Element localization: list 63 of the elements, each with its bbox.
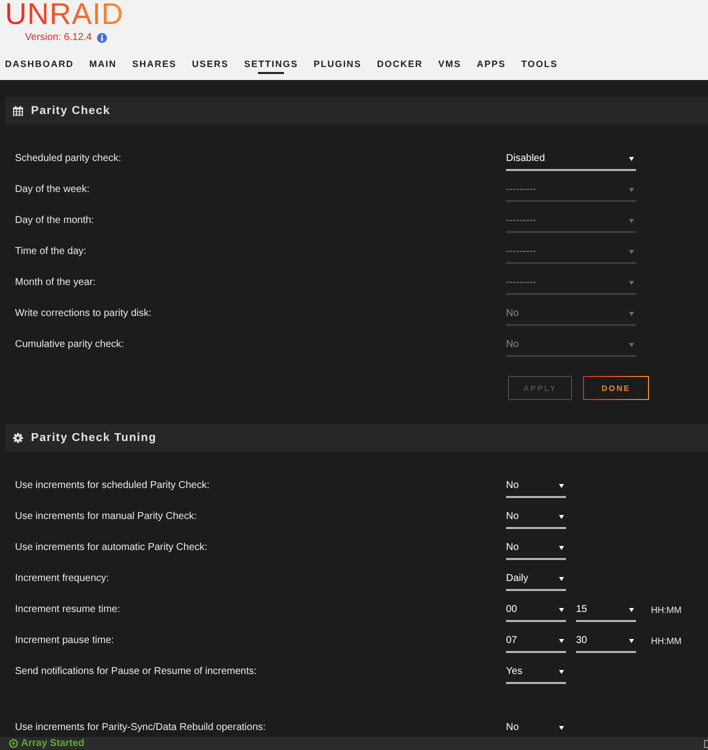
caret-icon xyxy=(559,546,564,550)
info-icon[interactable] xyxy=(96,33,107,43)
setting-label: Use increments for scheduled Parity Check: xyxy=(15,479,211,493)
caret-icon xyxy=(629,281,634,285)
setting-label: Increment resume time: xyxy=(15,603,122,617)
setting-label: Write corrections to parity disk: xyxy=(15,307,153,321)
setting-label: Month of the year: xyxy=(15,276,97,290)
dropdown[interactable]: 00 xyxy=(506,600,566,622)
dropdown[interactable]: No xyxy=(506,507,566,529)
nav-tab[interactable]: TOOLS xyxy=(521,58,558,74)
dropdown[interactable]: 07 xyxy=(506,631,566,653)
setting-label: Day of the month: xyxy=(15,214,95,228)
calendar-icon xyxy=(13,106,23,116)
play-icon xyxy=(9,739,18,748)
setting-label: Time of the day: xyxy=(15,245,88,259)
setting-label: Increment pause time: xyxy=(15,634,115,648)
caret-icon xyxy=(559,670,564,674)
caret-icon xyxy=(629,188,634,192)
dropdown[interactable]: No xyxy=(506,538,566,560)
nav-tab[interactable]: APPS xyxy=(476,58,506,74)
setting-label: Use increments for manual Parity Check: xyxy=(15,510,198,524)
caret-icon xyxy=(629,312,634,316)
setting-label: Day of the week: xyxy=(15,183,90,197)
caret-icon xyxy=(629,250,634,254)
gear-icon xyxy=(13,433,23,443)
caret-icon xyxy=(559,484,564,488)
nav-tab[interactable]: USERS xyxy=(192,58,229,74)
version-text: Version: 6.12.4 xyxy=(25,32,92,44)
caret-icon xyxy=(559,726,564,730)
setting-label: Scheduled parity check: xyxy=(15,152,122,166)
nav-tab[interactable]: DOCKER xyxy=(376,58,423,74)
done-button[interactable]: DONE xyxy=(583,376,649,400)
nav-tab[interactable]: DASHBOARD xyxy=(5,58,74,74)
dropdown[interactable]: 15 xyxy=(576,600,636,622)
caret-icon xyxy=(629,639,634,643)
nav-tab[interactable]: PLUGINS xyxy=(314,58,362,74)
setting-label: Send notifications for Pause or Resume of increments: xyxy=(15,665,258,679)
caret-icon xyxy=(629,343,634,347)
setting-label: Cumulative parity check: xyxy=(15,338,125,352)
caret-icon xyxy=(629,219,634,223)
nav-tab[interactable]: SETTINGS xyxy=(244,58,298,74)
caret-icon xyxy=(559,515,564,519)
setting-label: Use increments for automatic Parity Check: xyxy=(15,541,208,555)
dropdown[interactable]: Daily xyxy=(506,569,566,591)
dropdown[interactable]: 30 xyxy=(576,631,636,653)
section-title: Parity Check Tuning xyxy=(31,432,157,444)
setting-label: Increment frequency: xyxy=(15,572,110,586)
caret-icon xyxy=(559,577,564,581)
format-hint: HH:MM xyxy=(651,604,682,617)
caret-icon xyxy=(559,608,564,612)
nav-tab[interactable]: VMS xyxy=(438,58,462,74)
array-status: Array Started xyxy=(21,738,84,750)
dropdown[interactable]: Yes xyxy=(506,662,566,684)
section-title: Parity Check xyxy=(31,105,110,117)
caret-icon xyxy=(629,608,634,612)
dropdown[interactable]: Disabled xyxy=(506,149,636,171)
caret-icon xyxy=(629,157,634,161)
nav-tab[interactable]: MAIN xyxy=(89,58,117,74)
setting-label: Use increments for Parity-Sync/Data Rebuild operations: xyxy=(15,721,267,735)
caret-icon xyxy=(559,639,564,643)
dropdown[interactable]: No xyxy=(506,476,566,498)
format-hint: HH:MM xyxy=(651,635,682,648)
nav-tab[interactable]: SHARES xyxy=(132,58,176,74)
